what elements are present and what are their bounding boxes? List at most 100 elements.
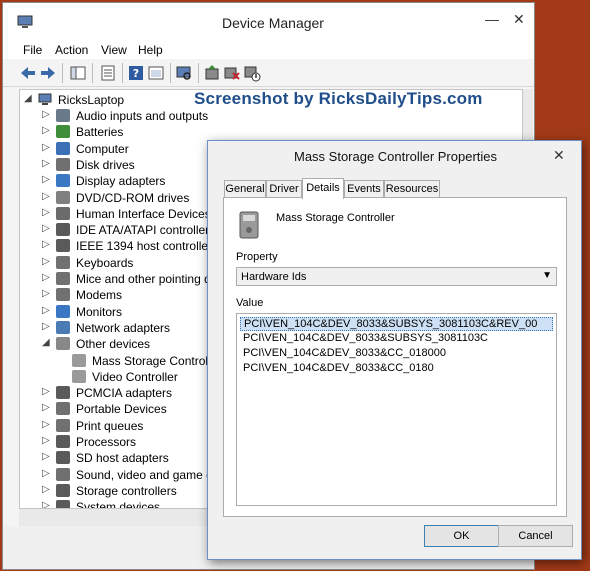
- expand-arrow-icon[interactable]: ▷: [42, 386, 50, 397]
- collapse-arrow-icon[interactable]: ◢: [42, 337, 50, 348]
- uninstall-device-icon[interactable]: [223, 64, 241, 82]
- back-arrow-icon[interactable]: [19, 64, 37, 82]
- tree-item-label: Display adapters: [76, 174, 166, 189]
- system-icon: [56, 500, 70, 508]
- menu-help[interactable]: Help: [138, 43, 163, 57]
- toolbar-divider: [122, 63, 123, 83]
- expand-arrow-icon[interactable]: ▷: [42, 288, 50, 299]
- tab-driver[interactable]: Driver: [266, 180, 302, 198]
- properties-icon[interactable]: [99, 64, 117, 82]
- tab-events[interactable]: Events: [344, 180, 384, 198]
- expand-arrow-icon[interactable]: ▷: [42, 500, 50, 508]
- minimize-button[interactable]: —: [485, 11, 499, 27]
- menu-view[interactable]: View: [101, 43, 127, 57]
- expand-arrow-icon[interactable]: ▷: [42, 109, 50, 120]
- toolbar-divider: [62, 63, 63, 83]
- tree-item-label: Audio inputs and outputs: [76, 109, 209, 123]
- tree-item-label: Portable Devices: [76, 402, 167, 417]
- ide-icon: [56, 223, 70, 237]
- forward-arrow-icon[interactable]: [39, 64, 57, 82]
- value-item[interactable]: PCI\VEN_104C&DEV_8033&SUBSYS_3081103C: [240, 332, 553, 346]
- firewire-icon: [56, 239, 70, 253]
- dvd-icon: [56, 190, 70, 204]
- expand-arrow-icon[interactable]: ▷: [42, 272, 50, 283]
- expand-arrow-icon[interactable]: ▷: [42, 158, 50, 169]
- unknown-device-icon: [72, 353, 86, 367]
- mouse-icon: [56, 272, 70, 285]
- menu-file[interactable]: File: [23, 43, 42, 57]
- tree-root-label: RicksLaptop: [58, 93, 125, 107]
- show-hide-console-tree-icon[interactable]: [69, 64, 87, 82]
- view-pane-icon[interactable]: [147, 64, 165, 82]
- tree-item-label: Processors: [76, 435, 137, 449]
- tree-item-label: Human Interface Devices: [76, 206, 211, 221]
- expand-arrow-icon[interactable]: ▷: [42, 451, 50, 462]
- expand-arrow-icon[interactable]: ▷: [42, 207, 50, 218]
- expand-arrow-icon[interactable]: ▷: [42, 419, 50, 430]
- expand-arrow-icon[interactable]: ▷: [42, 239, 50, 250]
- title-bar[interactable]: Device Manager — ✕: [3, 3, 534, 39]
- disk-icon: [56, 157, 70, 171]
- expand-arrow-icon[interactable]: ▷: [42, 402, 50, 413]
- sd-card-icon: [56, 451, 70, 465]
- value-item[interactable]: PCI\VEN_104C&DEV_8033&SUBSYS_3081103C&RE…: [240, 317, 553, 331]
- tab-resources[interactable]: Resources: [384, 180, 440, 198]
- tree-item-label: Other devices: [76, 337, 151, 352]
- tree-item-label: Monitors: [76, 304, 123, 319]
- other-devices-icon: [56, 337, 70, 351]
- disable-device-icon[interactable]: [243, 64, 261, 82]
- ok-button[interactable]: OK: [424, 525, 499, 547]
- expand-arrow-icon[interactable]: ▷: [42, 321, 50, 332]
- cancel-button[interactable]: Cancel: [498, 525, 573, 547]
- watermark: Screenshot by RicksDailyTips.com: [194, 89, 483, 108]
- tree-item-label: Storage controllers: [76, 483, 177, 498]
- svg-text:?: ?: [133, 67, 139, 80]
- dialog-close-button[interactable]: ✕: [553, 147, 565, 164]
- expand-arrow-icon[interactable]: ▷: [42, 468, 50, 479]
- menu-action[interactable]: Action: [55, 43, 88, 57]
- keyboard-icon: [56, 255, 70, 269]
- computer-icon: [56, 141, 70, 155]
- help-icon[interactable]: ?: [127, 64, 145, 82]
- speaker-icon: [56, 109, 70, 122]
- tree-item-label: DVD/CD-ROM drives: [76, 190, 190, 205]
- tree-item-label: Disk drives: [76, 157, 135, 172]
- toolbar-divider: [92, 63, 93, 83]
- value-item[interactable]: PCI\VEN_104C&DEV_8033&CC_018000: [240, 347, 553, 361]
- tree-item-label: Computer: [76, 141, 129, 156]
- expand-arrow-icon[interactable]: ▷: [42, 484, 50, 495]
- expand-arrow-icon[interactable]: ▷: [42, 125, 50, 136]
- expand-arrow-icon[interactable]: ▷: [42, 435, 50, 446]
- computer-icon: [38, 93, 52, 105]
- expand-arrow-icon[interactable]: ▷: [42, 191, 50, 202]
- value-item[interactable]: PCI\VEN_104C&DEV_8033&CC_0180: [240, 362, 553, 376]
- toolbar-divider: [198, 63, 199, 83]
- details-tab-panel: Mass Storage Controller Property Hardwar…: [223, 197, 567, 517]
- expand-arrow-icon[interactable]: ▷: [42, 174, 50, 185]
- expand-arrow-icon[interactable]: ▷: [42, 256, 50, 267]
- tree-item-label: Network adapters: [76, 320, 171, 335]
- tab-details[interactable]: Details: [302, 178, 344, 199]
- properties-dialog: Mass Storage Controller Properties ✕ Gen…: [207, 140, 582, 560]
- scan-hardware-icon[interactable]: [175, 64, 193, 82]
- unknown-device-icon: [239, 211, 259, 239]
- property-select-value: Hardware Ids: [241, 271, 307, 283]
- toolbar: ?: [3, 59, 534, 87]
- expand-arrow-icon[interactable]: ▷: [42, 223, 50, 234]
- chevron-down-icon[interactable]: ▼: [542, 270, 552, 281]
- expand-arrow-icon[interactable]: ▷: [42, 305, 50, 316]
- display-icon: [56, 174, 70, 188]
- property-select[interactable]: Hardware Ids ▼: [236, 267, 557, 286]
- collapse-arrow-icon[interactable]: ◢: [24, 93, 32, 104]
- expand-arrow-icon[interactable]: ▷: [42, 142, 50, 153]
- monitor-icon: [56, 304, 70, 318]
- device-name: Mass Storage Controller: [276, 212, 395, 224]
- close-button[interactable]: ✕: [513, 11, 537, 31]
- tab-general[interactable]: General: [224, 180, 266, 198]
- pcmcia-icon: [56, 386, 70, 400]
- value-list[interactable]: PCI\VEN_104C&DEV_8033&SUBSYS_3081103C&RE…: [236, 313, 557, 506]
- update-driver-icon[interactable]: [203, 64, 221, 82]
- printer-icon: [56, 418, 70, 432]
- tree-item-label: Print queues: [76, 418, 144, 433]
- network-icon: [56, 320, 70, 334]
